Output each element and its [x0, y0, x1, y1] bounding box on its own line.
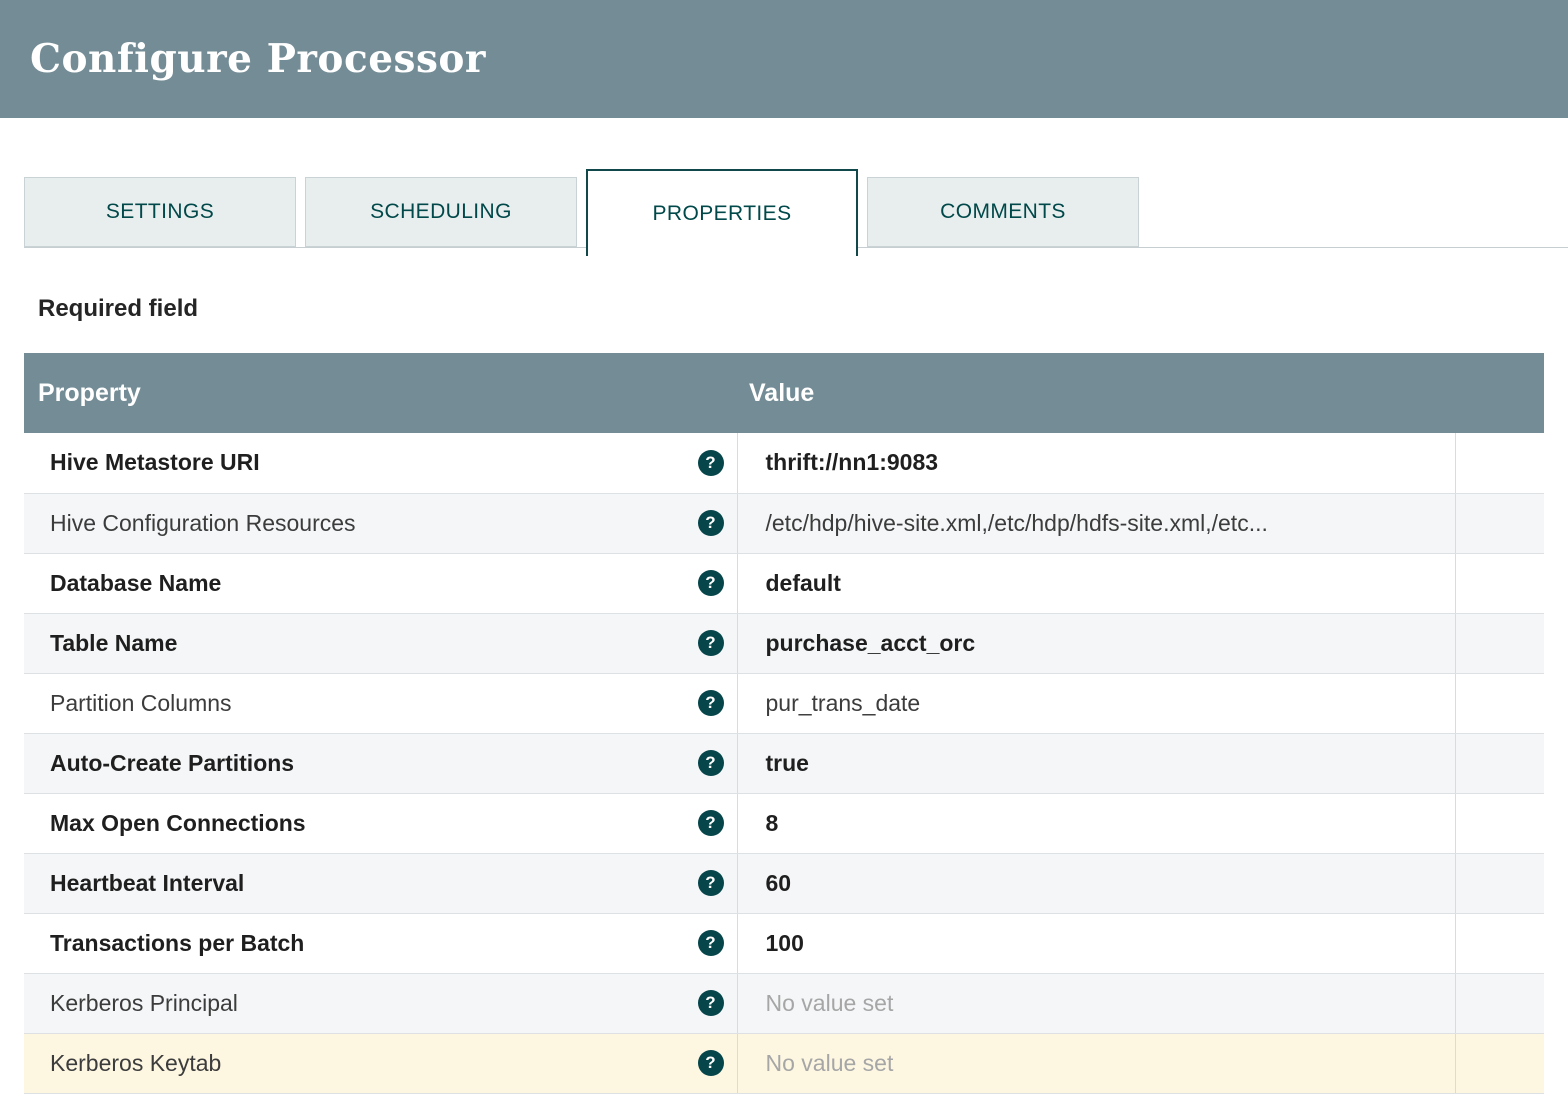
property-value[interactable]: /etc/hdp/hive-site.xml,/etc/hdp/hdfs-sit… [766, 510, 1268, 536]
property-value-cell[interactable]: pur_trans_date [737, 673, 1455, 733]
table-row[interactable]: Kerberos Principal ? No value set [24, 973, 1544, 1033]
row-extra-cell [1455, 613, 1544, 673]
property-name: Hive Configuration Resources [50, 510, 356, 537]
table-row[interactable]: Heartbeat Interval ? 60 [24, 853, 1544, 913]
row-extra-cell [1455, 433, 1544, 493]
property-name: Transactions per Batch [50, 930, 304, 957]
property-value[interactable]: 100 [766, 930, 804, 956]
tab-settings[interactable]: SETTINGS [24, 177, 296, 247]
property-name: Heartbeat Interval [50, 870, 244, 897]
property-name: Max Open Connections [50, 810, 306, 837]
property-value-cell[interactable]: default [737, 553, 1455, 613]
property-value[interactable]: default [766, 570, 841, 596]
property-value-cell[interactable]: No value set [737, 1033, 1455, 1093]
help-icon[interactable]: ? [698, 450, 724, 476]
property-value[interactable]: purchase_acct_orc [766, 630, 976, 656]
tab-comments[interactable]: COMMENTS [867, 177, 1139, 247]
table-row[interactable]: Auto-Create Partitions ? true [24, 733, 1544, 793]
row-extra-cell [1455, 733, 1544, 793]
help-icon[interactable]: ? [698, 990, 724, 1016]
table-row[interactable]: Hive Configuration Resources ? /etc/hdp/… [24, 493, 1544, 553]
property-value-cell[interactable]: /etc/hdp/hive-site.xml,/etc/hdp/hdfs-sit… [737, 493, 1455, 553]
property-name: Partition Columns [50, 690, 232, 717]
row-extra-cell [1455, 913, 1544, 973]
table-row[interactable]: Partition Columns ? pur_trans_date [24, 673, 1544, 733]
dialog-header: Configure Processor [0, 0, 1568, 118]
table-row[interactable]: Database Name ? default [24, 553, 1544, 613]
property-name: Auto-Create Partitions [50, 750, 294, 777]
property-value[interactable]: 8 [766, 810, 779, 836]
property-value[interactable]: No value set [766, 1050, 894, 1076]
help-icon[interactable]: ? [698, 870, 724, 896]
property-value[interactable]: 60 [766, 870, 792, 896]
row-extra-cell [1455, 493, 1544, 553]
help-icon[interactable]: ? [698, 750, 724, 776]
dialog-title: Configure Processor [30, 36, 486, 82]
help-icon[interactable]: ? [698, 810, 724, 836]
help-icon[interactable]: ? [698, 930, 724, 956]
row-extra-cell [1455, 553, 1544, 613]
table-row[interactable]: Table Name ? purchase_acct_orc [24, 613, 1544, 673]
property-value-cell[interactable]: purchase_acct_orc [737, 613, 1455, 673]
property-name: Table Name [50, 630, 177, 657]
property-name: Hive Metastore URI [50, 449, 260, 476]
row-extra-cell [1455, 973, 1544, 1033]
property-name: Database Name [50, 570, 221, 597]
tab-properties[interactable]: PROPERTIES [586, 169, 858, 256]
tab-bar: SETTINGS SCHEDULING PROPERTIES COMMENTS [24, 169, 1568, 248]
required-field-label: Required field [38, 294, 1568, 324]
property-value-cell[interactable]: thrift://nn1:9083 [737, 433, 1455, 493]
row-extra-cell [1455, 1033, 1544, 1093]
help-icon[interactable]: ? [698, 510, 724, 536]
column-header-property: Property [24, 353, 737, 433]
table-row[interactable]: Max Open Connections ? 8 [24, 793, 1544, 853]
help-icon[interactable]: ? [698, 630, 724, 656]
tab-scheduling[interactable]: SCHEDULING [305, 177, 577, 247]
column-header-value: Value [737, 353, 1455, 433]
table-row[interactable]: Hive Metastore URI ? thrift://nn1:9083 [24, 433, 1544, 493]
property-value-cell[interactable]: 8 [737, 793, 1455, 853]
property-value[interactable]: pur_trans_date [766, 690, 921, 716]
table-row[interactable]: Transactions per Batch ? 100 [24, 913, 1544, 973]
property-value[interactable]: thrift://nn1:9083 [766, 449, 939, 475]
property-name: Kerberos Keytab [50, 1050, 221, 1077]
row-extra-cell [1455, 673, 1544, 733]
column-header-extra [1455, 353, 1544, 433]
property-name: Kerberos Principal [50, 990, 238, 1017]
property-value-cell[interactable]: No value set [737, 973, 1455, 1033]
property-value[interactable]: true [766, 750, 809, 776]
help-icon[interactable]: ? [698, 690, 724, 716]
property-value-cell[interactable]: true [737, 733, 1455, 793]
property-value-cell[interactable]: 100 [737, 913, 1455, 973]
property-value-cell[interactable]: 60 [737, 853, 1455, 913]
property-value[interactable]: No value set [766, 990, 894, 1016]
help-icon[interactable]: ? [698, 570, 724, 596]
table-header-row: Property Value [24, 353, 1544, 433]
table-row[interactable]: Kerberos Keytab ? No value set [24, 1033, 1544, 1093]
row-extra-cell [1455, 853, 1544, 913]
properties-table: Property Value Hive Metastore URI ? thri… [24, 353, 1544, 1094]
help-icon[interactable]: ? [698, 1050, 724, 1076]
row-extra-cell [1455, 793, 1544, 853]
